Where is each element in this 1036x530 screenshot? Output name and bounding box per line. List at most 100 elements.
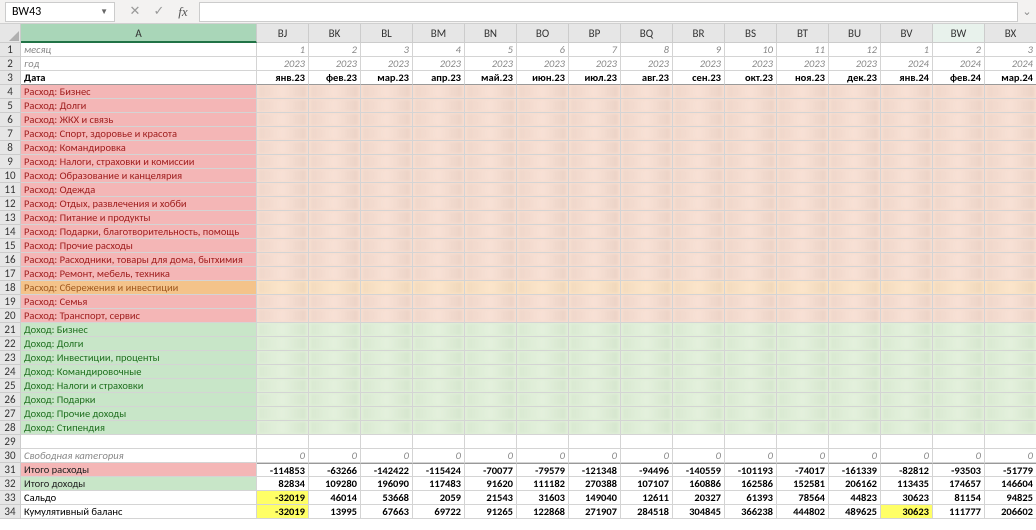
data-cell[interactable] [985,99,1036,113]
data-cell[interactable] [881,253,933,267]
data-cell[interactable]: 149040 [569,491,621,505]
data-cell[interactable] [985,169,1036,183]
column-header[interactable]: A [21,24,257,43]
data-cell[interactable] [257,99,309,113]
data-cell[interactable] [829,295,881,309]
data-cell[interactable] [309,393,361,407]
data-cell[interactable] [881,309,933,323]
row-label-cell[interactable]: Расход: Бизнес [21,85,257,99]
data-cell[interactable]: июн.23 [517,71,569,85]
data-cell[interactable] [517,99,569,113]
data-cell[interactable] [309,183,361,197]
row-header[interactable]: 7 [0,127,21,141]
row-label-cell[interactable]: Расход: Налоги, страховки и комиссии [21,155,257,169]
data-cell[interactable]: 21543 [465,491,517,505]
data-cell[interactable] [777,309,829,323]
data-cell[interactable] [361,239,413,253]
data-cell[interactable] [569,239,621,253]
column-header[interactable]: BP [569,24,621,43]
data-cell[interactable] [985,85,1036,99]
data-cell[interactable] [725,225,777,239]
data-cell[interactable] [985,155,1036,169]
row-header[interactable]: 19 [0,295,21,309]
data-cell[interactable]: 78564 [777,491,829,505]
data-cell[interactable] [933,239,985,253]
data-cell[interactable]: 366238 [725,505,777,519]
row-label-cell[interactable]: Расход: Семья [21,295,257,309]
data-cell[interactable] [413,113,465,127]
data-cell[interactable] [985,253,1036,267]
cancel-formula-button[interactable]: ✕ [123,2,147,22]
data-cell[interactable] [465,169,517,183]
data-cell[interactable]: 444802 [777,505,829,519]
data-cell[interactable] [829,127,881,141]
data-cell[interactable] [309,379,361,393]
data-cell[interactable] [413,295,465,309]
row-label-cell[interactable]: Расход: Расходники, товары для дома, быт… [21,253,257,267]
data-cell[interactable] [309,435,361,449]
row-header[interactable]: 14 [0,225,21,239]
column-header[interactable]: BO [517,24,569,43]
data-cell[interactable]: 111182 [517,477,569,491]
data-cell[interactable] [933,253,985,267]
data-cell[interactable]: 152581 [777,477,829,491]
data-cell[interactable]: мар.24 [985,71,1036,85]
data-cell[interactable] [621,281,673,295]
row-header[interactable]: 32 [0,477,21,491]
row-label-cell[interactable]: Расход: ЖКХ и связь [21,113,257,127]
data-cell[interactable] [465,183,517,197]
row-header[interactable]: 10 [0,169,21,183]
row-header[interactable]: 5 [0,99,21,113]
row-label-cell[interactable]: Расход: Спорт, здоровье и красота [21,127,257,141]
data-cell[interactable]: 0 [309,449,361,463]
data-cell[interactable] [309,85,361,99]
data-cell[interactable] [621,435,673,449]
row-header[interactable]: 21 [0,323,21,337]
data-cell[interactable]: сен.23 [673,71,725,85]
data-cell[interactable] [465,113,517,127]
data-cell[interactable]: фев.23 [309,71,361,85]
data-cell[interactable] [829,197,881,211]
data-cell[interactable] [933,155,985,169]
data-cell[interactable] [933,183,985,197]
data-cell[interactable]: 196090 [361,477,413,491]
data-cell[interactable] [777,197,829,211]
data-cell[interactable] [569,113,621,127]
data-cell[interactable] [673,435,725,449]
row-header[interactable]: 25 [0,379,21,393]
row-label-cell[interactable]: Расход: Образование и канцелярия [21,169,257,183]
data-cell[interactable]: 12611 [621,491,673,505]
data-cell[interactable] [725,351,777,365]
data-cell[interactable] [361,127,413,141]
row-header[interactable]: 17 [0,267,21,281]
data-cell[interactable]: 53668 [361,491,413,505]
data-cell[interactable]: -115424 [413,463,465,477]
data-cell[interactable] [361,281,413,295]
data-cell[interactable] [517,435,569,449]
data-cell[interactable] [465,323,517,337]
data-cell[interactable] [361,337,413,351]
row-header[interactable]: 16 [0,253,21,267]
data-cell[interactable] [413,183,465,197]
data-cell[interactable] [413,281,465,295]
data-cell[interactable] [361,197,413,211]
data-cell[interactable] [465,295,517,309]
row-header[interactable]: 4 [0,85,21,99]
data-cell[interactable]: 0 [621,449,673,463]
row-header[interactable]: 28 [0,421,21,435]
data-cell[interactable] [985,183,1036,197]
data-cell[interactable] [673,113,725,127]
data-cell[interactable] [777,253,829,267]
data-cell[interactable] [881,393,933,407]
data-cell[interactable] [465,85,517,99]
data-cell[interactable] [517,393,569,407]
data-cell[interactable] [673,253,725,267]
data-cell[interactable] [569,323,621,337]
data-cell[interactable]: 2 [933,43,985,57]
data-cell[interactable] [673,211,725,225]
data-cell[interactable] [361,169,413,183]
data-cell[interactable] [517,85,569,99]
data-cell[interactable] [777,99,829,113]
data-cell[interactable] [361,211,413,225]
row-header[interactable]: 30 [0,449,21,463]
